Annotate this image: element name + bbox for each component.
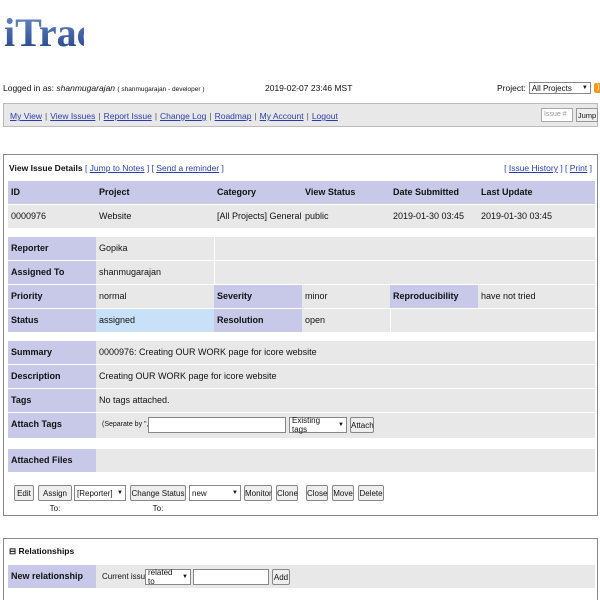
- monitor-button[interactable]: Monitor: [244, 485, 272, 501]
- rss-icon[interactable]: ): [593, 83, 600, 93]
- itrack-logo: iTrack: [4, 10, 84, 55]
- assigned-to-value: shanmugarajan: [96, 261, 214, 284]
- change-status-select[interactable]: new ▼: [189, 485, 241, 501]
- attach-tags-label: Attach Tags: [8, 413, 96, 438]
- attach-tags-button[interactable]: Attach: [350, 417, 374, 433]
- details-values-row: 0000976 Website [All Projects] General p…: [8, 205, 595, 228]
- user-role: ( shanmugarajan - developer ): [117, 86, 205, 93]
- attached-files-label: Attached Files: [8, 449, 96, 472]
- add-relationship-button[interactable]: Add: [272, 569, 290, 585]
- resolution-label: Resolution: [214, 309, 302, 332]
- issue-id: 0000976: [8, 205, 96, 228]
- panel-title: View Issue Details: [9, 163, 83, 173]
- collapse-icon[interactable]: ⊟: [9, 546, 16, 556]
- menu-separator: |: [44, 111, 48, 121]
- login-bar: Logged in as: shanmugarajan ( shanmugara…: [0, 82, 600, 96]
- close-button[interactable]: Close: [306, 485, 328, 501]
- summary-label: Summary: [8, 341, 96, 364]
- menu-item-my-account[interactable]: My Account: [260, 111, 304, 121]
- menu-item-change-log[interactable]: Change Log: [160, 111, 206, 121]
- issue-number-input[interactable]: Issue #: [541, 108, 573, 122]
- menu-separator: |: [209, 111, 212, 121]
- relationship-type-select[interactable]: related to ▼: [145, 568, 191, 586]
- logged-in-label: Logged in as:: [3, 83, 55, 93]
- col-date-submitted: Date Submitted: [390, 181, 478, 204]
- print-link[interactable]: Print: [570, 163, 587, 173]
- jump-button[interactable]: Jump: [576, 108, 598, 122]
- severity-value: minor: [302, 285, 390, 308]
- tag-string-input[interactable]: [148, 417, 286, 433]
- issue-history-link[interactable]: Issue History: [509, 163, 558, 173]
- menu-item-my-view[interactable]: My View: [10, 111, 42, 121]
- col-id: ID: [8, 181, 96, 204]
- relationships-panel: ⊟ Relationships New relationship Current…: [3, 538, 598, 600]
- reporter-label: Reporter: [8, 237, 96, 260]
- summary-value: 0000976: Creating OUR WORK page for icor…: [96, 341, 595, 364]
- menu-separator: |: [98, 111, 101, 121]
- status-label: Status: [8, 309, 96, 332]
- issue-last-update: 2019-01-30 03:45: [478, 205, 595, 228]
- reproducibility-value: have not tried: [478, 285, 595, 308]
- tags-value: No tags attached.: [96, 389, 595, 412]
- chevron-down-icon: ▼: [338, 422, 344, 428]
- menu-separator: |: [306, 111, 309, 121]
- chevron-down-icon: ▼: [182, 574, 188, 580]
- menu-separator: |: [154, 111, 158, 121]
- assign-to-button[interactable]: Assign To:: [38, 485, 72, 513]
- description-label: Description: [8, 365, 96, 388]
- main-menu: My View | View Issues | Report Issue | Change …: [3, 103, 598, 127]
- chevron-down-icon: ▼: [232, 490, 238, 496]
- priority-label: Priority: [8, 285, 96, 308]
- chevron-down-icon: ▼: [581, 85, 588, 91]
- edit-button[interactable]: Edit: [14, 485, 34, 501]
- menu-item-roadmap[interactable]: Roadmap: [215, 111, 252, 121]
- chevron-down-icon: ▼: [117, 490, 123, 496]
- assigned-to-label: Assigned To: [8, 261, 96, 284]
- separate-hint: (Separate by ","): [102, 421, 154, 428]
- related-issue-input[interactable]: [193, 569, 269, 585]
- jump-to-notes-link[interactable]: Jump to Notes: [90, 163, 145, 173]
- issue-view-status: public: [302, 205, 390, 228]
- col-project: Project: [96, 181, 214, 204]
- username: shanmugarajan: [56, 83, 116, 93]
- move-button[interactable]: Move: [332, 485, 354, 501]
- tags-label: Tags: [8, 389, 96, 412]
- relationships-title: Relationships: [18, 546, 75, 556]
- current-issue-label: Current issue: [102, 572, 150, 581]
- assign-to-select[interactable]: [Reporter] ▼: [74, 485, 126, 501]
- severity-label: Severity: [214, 285, 302, 308]
- existing-tags-select[interactable]: Existing tags ▼: [289, 416, 347, 434]
- project-select[interactable]: All Projects ▼: [528, 82, 591, 94]
- issue-project: Website: [96, 205, 214, 228]
- svg-text:iTrack: iTrack: [4, 10, 84, 55]
- details-header-row: ID Project Category View Status Date Sub…: [8, 181, 595, 204]
- issue-actions: Edit Assign To: [Reporter] ▼ Change Statu…: [8, 473, 595, 513]
- issue-category: [All Projects] General: [214, 205, 302, 228]
- issue-details-panel: View Issue Details [ Jump to Notes ] [ S…: [3, 154, 598, 516]
- send-reminder-link[interactable]: Send a reminder: [156, 163, 219, 173]
- change-status-button[interactable]: Change Status To:: [130, 485, 186, 513]
- priority-value: normal: [96, 285, 214, 308]
- col-last-update: Last Update: [478, 181, 595, 204]
- current-datetime: 2019-02-07 23:46 MST: [265, 83, 353, 93]
- menu-item-view-issues[interactable]: View Issues: [50, 111, 95, 121]
- attached-files-value: [96, 449, 595, 472]
- clone-button[interactable]: Clone: [276, 485, 298, 501]
- new-relationship-label: New relationship: [8, 565, 96, 588]
- reproducibility-label: Reproducibility: [390, 285, 478, 308]
- resolution-value: open: [302, 309, 390, 332]
- reporter-value: Gopika: [96, 237, 214, 260]
- menu-separator: |: [254, 111, 257, 121]
- col-category: Category: [214, 181, 302, 204]
- description-value: Creating OUR WORK page for icore website: [96, 365, 595, 388]
- status-value: assigned: [96, 309, 214, 332]
- menu-item-logout[interactable]: Logout: [312, 111, 338, 121]
- project-label: Project:: [497, 83, 526, 93]
- delete-button[interactable]: Delete: [358, 485, 384, 501]
- col-view-status: View Status: [302, 181, 390, 204]
- menu-item-report-issue[interactable]: Report Issue: [104, 111, 152, 121]
- issue-date-submitted: 2019-01-30 03:45: [390, 205, 478, 228]
